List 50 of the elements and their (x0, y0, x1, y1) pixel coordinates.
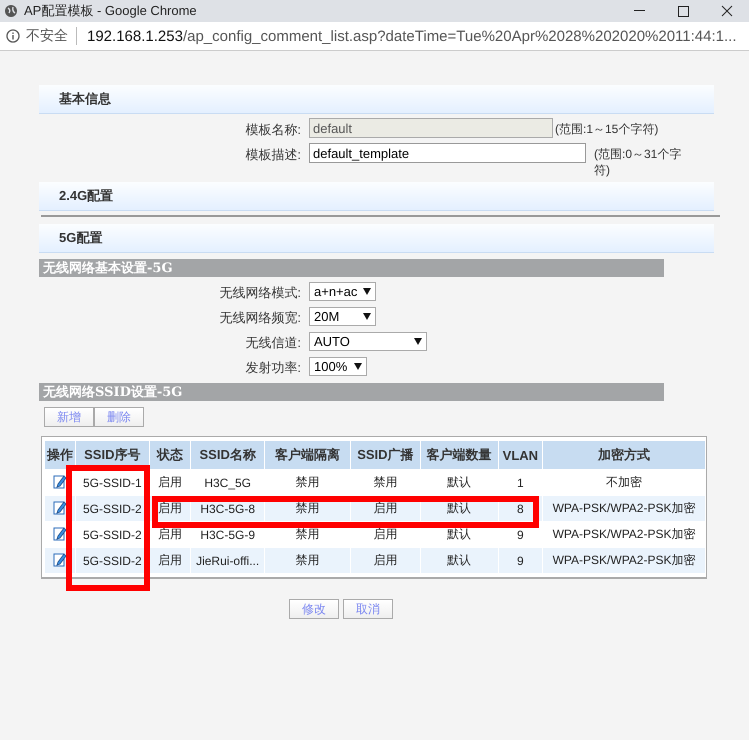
column-header: 客户端隔离 (265, 441, 350, 469)
range-hint: (范围:0～31个字符) (593, 146, 682, 178)
url-text[interactable]: 192.168.1.253/ap_config_comment_list.asp?dateTime=Tue%20Apr%2028%202020%2011:44:1... (87, 28, 736, 44)
edit-icon[interactable] (53, 474, 67, 488)
column-header: 操作 (45, 441, 75, 469)
dropdown-caret-icon (363, 313, 371, 320)
edit-icon[interactable] (53, 552, 67, 566)
table-cell: 启用 (150, 548, 190, 573)
field-label: 模板名称: (244, 121, 302, 139)
column-header: 客户端数量 (420, 441, 498, 469)
table-cell: JieRui-offi... (191, 548, 264, 573)
column-header: VLAN (498, 441, 542, 469)
info-icon[interactable] (6, 29, 20, 43)
select-dropdown[interactable]: 20M (309, 307, 376, 326)
range-hint: (范围:1～15个字符) (554, 121, 658, 137)
window-title: AP配置模板 - Google Chrome (24, 2, 198, 20)
table-cell: WPA-PSK/WPA2-PSK加密 (543, 548, 705, 573)
dropdown-caret-icon (354, 363, 362, 370)
table-cell: 9 (498, 548, 542, 573)
section-header: 基本信息 (39, 85, 714, 114)
table-cell: WPA-PSK/WPA2-PSK加密 (543, 496, 705, 521)
security-label: 不安全 (26, 27, 77, 45)
edit-icon[interactable] (53, 500, 67, 514)
dropdown-caret-icon (363, 288, 371, 295)
field-label: 无线信道: (244, 334, 302, 352)
maximize-icon[interactable] (678, 6, 688, 16)
field-label: 无线网络频宽: (218, 309, 302, 327)
minimize-icon[interactable] (634, 10, 644, 12)
select-dropdown[interactable]: 100% (309, 357, 367, 376)
column-header: 状态 (150, 441, 190, 469)
section-header: 2.4G配置 (39, 182, 714, 211)
table-cell: 启用 (350, 548, 420, 573)
field-label: 模板描述: (244, 146, 302, 164)
column-header: SSID名称 (191, 441, 264, 469)
close-icon[interactable] (721, 5, 733, 17)
section-header: 5G配置 (39, 224, 714, 253)
table-cell: 禁用 (265, 548, 350, 573)
edit-icon[interactable] (53, 526, 67, 540)
input-field[interactable]: default_template (309, 143, 586, 163)
dropdown-caret-icon (414, 338, 422, 345)
select-dropdown[interactable]: AUTO (309, 332, 427, 351)
column-header: 加密方式 (543, 441, 705, 469)
select-dropdown[interactable]: a+n+ac (309, 282, 376, 301)
table-cell: 默认 (420, 548, 498, 573)
column-header: SSID广播 (350, 441, 420, 469)
field-label: 无线网络模式: (218, 284, 302, 302)
subsection-bar: 无线网络SSID设置-5G (39, 383, 664, 401)
field-label: 发射功率: (244, 359, 302, 377)
globe-icon (4, 4, 18, 18)
subsection-bar: 无线网络基本设置-5G (39, 259, 664, 277)
